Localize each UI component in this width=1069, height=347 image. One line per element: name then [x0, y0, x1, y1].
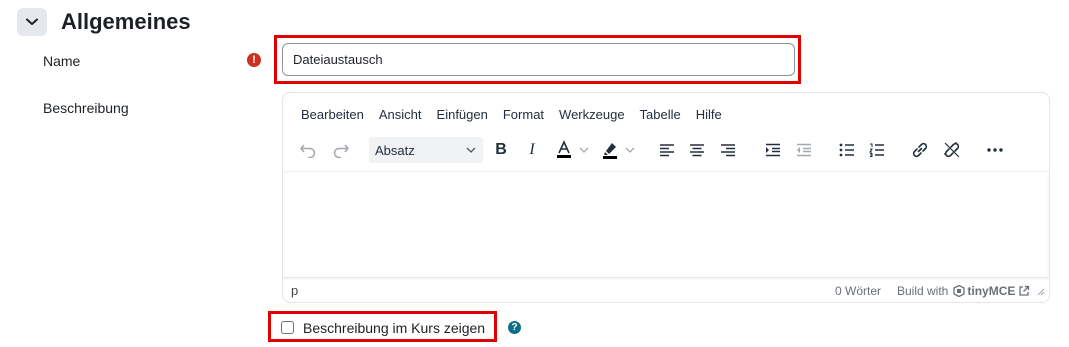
exclamation-icon: !	[247, 53, 261, 67]
brand-name: tinyMCE	[967, 284, 1016, 298]
menu-einfuegen[interactable]: Einfügen	[437, 107, 488, 122]
menu-tabelle[interactable]: Tabelle	[640, 107, 681, 122]
menu-bearbeiten[interactable]: Bearbeiten	[301, 107, 364, 122]
chevron-down-icon	[579, 147, 589, 153]
resize-handle-icon[interactable]	[1037, 288, 1045, 296]
editor-toolbar: Absatz B I	[283, 135, 1049, 165]
align-right-icon	[721, 144, 735, 157]
section-title: Allgemeines	[61, 9, 191, 34]
external-link-icon	[1019, 285, 1030, 296]
italic-icon: I	[529, 141, 535, 158]
align-left-icon	[660, 144, 674, 157]
menu-ansicht[interactable]: Ansicht	[379, 107, 422, 122]
chevron-down-icon	[466, 147, 476, 153]
bullet-list-button[interactable]	[836, 135, 858, 165]
show-description-checkbox[interactable]	[281, 321, 294, 334]
chevron-down-icon	[26, 18, 38, 25]
editor-statusbar: p 0 Wörter Build with tinyMCE	[283, 277, 1049, 302]
highlighter-icon	[603, 143, 617, 159]
build-with-link[interactable]: Build with tinyMCE	[897, 284, 1030, 298]
bullet-list-icon	[839, 143, 854, 157]
menu-hilfe[interactable]: Hilfe	[696, 107, 722, 122]
element-path[interactable]: p	[291, 283, 298, 298]
more-button[interactable]	[983, 135, 1007, 165]
align-center-icon	[690, 144, 704, 157]
insert-link-button[interactable]	[909, 135, 931, 165]
name-label: Name	[43, 53, 81, 69]
link-icon	[912, 142, 928, 158]
description-editor: Bearbeiten Ansicht Einfügen Format Werkzeuge…	[282, 92, 1050, 303]
align-center-button[interactable]	[686, 135, 708, 165]
word-count[interactable]: 0 Wörter	[835, 284, 881, 298]
undo-button[interactable]	[297, 135, 319, 165]
indent-button[interactable]	[762, 135, 784, 165]
numbered-list-button[interactable]	[866, 135, 888, 165]
bold-button[interactable]: B	[490, 135, 512, 165]
name-input[interactable]	[282, 43, 795, 76]
redo-icon	[333, 144, 349, 158]
editor-menubar: Bearbeiten Ansicht Einfügen Format Werkzeuge…	[301, 107, 737, 122]
build-with-label: Build with	[897, 284, 949, 298]
undo-icon	[300, 144, 316, 158]
indent-icon	[766, 143, 780, 157]
collapse-section-button[interactable]	[17, 8, 47, 36]
chevron-down-icon	[625, 147, 635, 153]
block-format-select[interactable]: Absatz	[369, 137, 483, 163]
description-label: Beschreibung	[43, 100, 129, 116]
menu-format[interactable]: Format	[503, 107, 544, 122]
align-left-button[interactable]	[656, 135, 678, 165]
outdent-button[interactable]	[793, 135, 815, 165]
menu-werkzeuge[interactable]: Werkzeuge	[559, 107, 625, 122]
question-icon[interactable]: ?	[508, 321, 521, 334]
outdent-icon	[797, 143, 811, 157]
redo-button[interactable]	[330, 135, 352, 165]
bold-icon: B	[495, 141, 507, 158]
remove-link-button[interactable]	[941, 135, 963, 165]
editor-content-area[interactable]	[283, 171, 1049, 280]
align-right-button[interactable]	[717, 135, 739, 165]
numbered-list-icon	[869, 143, 884, 157]
text-color-icon	[557, 140, 571, 158]
show-description-label[interactable]: Beschreibung im Kurs zeigen	[303, 320, 485, 336]
unlink-icon	[944, 142, 960, 158]
more-icon	[987, 148, 1003, 152]
block-format-value: Absatz	[375, 142, 415, 158]
text-color-button[interactable]	[551, 135, 593, 165]
highlight-color-button[interactable]	[597, 135, 639, 165]
italic-button[interactable]: I	[521, 135, 543, 165]
tinymce-logo-icon	[953, 285, 966, 297]
